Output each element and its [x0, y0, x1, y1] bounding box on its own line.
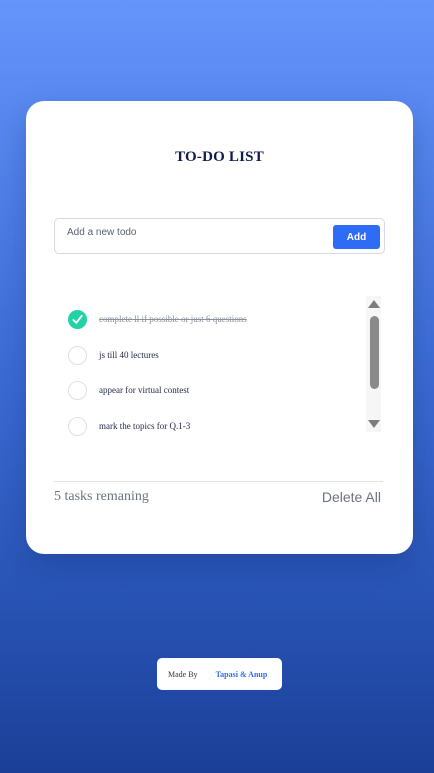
checkbox[interactable] — [68, 380, 87, 400]
new-todo-input[interactable] — [67, 227, 317, 238]
list-item[interactable]: complete ll if possible or just 6 questi… — [68, 307, 358, 331]
authors-link[interactable]: Tapasi & Anup — [216, 670, 268, 679]
todo-input-container: Add — [54, 218, 385, 254]
tasks-remaining-label: 5 tasks remaning — [54, 489, 149, 504]
scrollbar-thumb[interactable] — [370, 316, 379, 389]
todo-text: appear for virtual contest — [99, 385, 190, 395]
divider — [54, 481, 383, 482]
page-title: TO-DO LIST — [175, 149, 264, 165]
list-item[interactable]: appear for virtual contest — [68, 378, 358, 402]
checkbox[interactable] — [68, 345, 87, 365]
list-item[interactable]: mark the topics for Q.1-3 — [68, 414, 358, 438]
add-button[interactable]: Add — [333, 225, 380, 249]
todo-text: complete ll if possible or just 6 questi… — [99, 314, 247, 324]
checkbox[interactable] — [68, 309, 87, 329]
todo-list: complete ll if possible or just 6 questi… — [54, 296, 385, 436]
scroll-up-arrow-icon[interactable] — [368, 300, 380, 308]
list-scrollbar[interactable] — [366, 296, 381, 432]
todo-text: js till 40 lectures — [99, 350, 159, 360]
delete-all-button[interactable]: Delete All — [322, 489, 381, 505]
check-icon — [72, 314, 83, 324]
credit-badge: Made By Tapasi & Anup — [157, 658, 282, 690]
todo-card: TO-DO LIST Add complete ll if possible o… — [26, 101, 413, 554]
list-item[interactable]: js till 40 lectures — [68, 343, 358, 367]
scroll-down-arrow-icon[interactable] — [368, 420, 380, 428]
made-by-label: Made By — [168, 669, 198, 679]
todo-text: mark the topics for Q.1-3 — [99, 421, 191, 431]
checkbox[interactable] — [68, 416, 87, 436]
